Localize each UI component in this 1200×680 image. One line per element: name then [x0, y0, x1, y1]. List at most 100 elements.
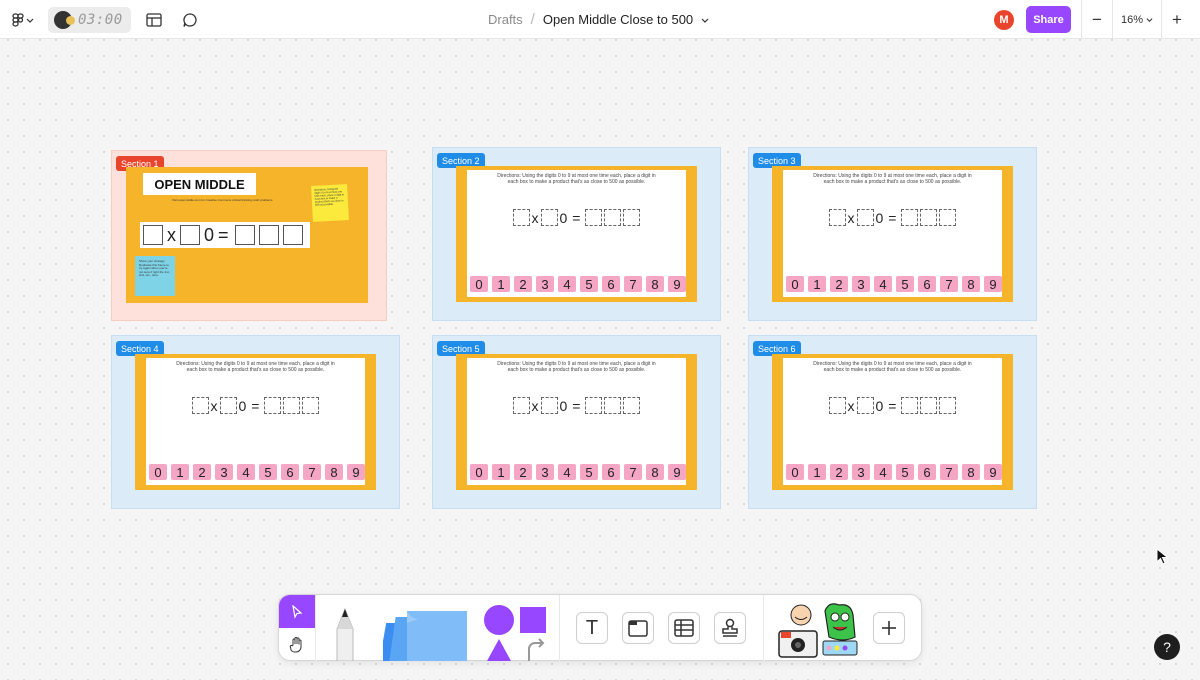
- digit-tile-9[interactable]: 9: [347, 464, 365, 480]
- stamp-tool-button[interactable]: [714, 612, 746, 644]
- digit-tile-8[interactable]: 8: [962, 276, 980, 292]
- section-1-slide[interactable]: OPEN MIDDLE Visit openmiddle.com for Cre…: [126, 167, 368, 303]
- digit-tile-3[interactable]: 3: [852, 464, 870, 480]
- select-tool-button[interactable]: [279, 595, 315, 628]
- digit-tile-5[interactable]: 5: [580, 276, 598, 292]
- answer-box[interactable]: [920, 397, 938, 414]
- layout-panel-button[interactable]: [141, 7, 167, 33]
- digit-tile-3[interactable]: 3: [536, 464, 554, 480]
- digit-tile-1[interactable]: 1: [492, 464, 510, 480]
- answer-box[interactable]: [585, 209, 603, 226]
- answer-box[interactable]: [623, 397, 641, 414]
- digit-tile-9[interactable]: 9: [668, 276, 686, 292]
- digit-tile-3[interactable]: 3: [852, 276, 870, 292]
- answer-box[interactable]: [856, 397, 874, 414]
- digit-tile-6[interactable]: 6: [918, 464, 936, 480]
- digit-tile-4[interactable]: 4: [558, 276, 576, 292]
- answer-box[interactable]: [512, 397, 530, 414]
- file-title[interactable]: Open Middle Close to 500: [543, 12, 693, 27]
- answer-box[interactable]: [191, 397, 209, 414]
- digit-tile-2[interactable]: 2: [514, 276, 532, 292]
- answer-box[interactable]: [540, 397, 558, 414]
- section-6[interactable]: Section 6 Directions: Using the digits 0…: [748, 335, 1037, 509]
- more-tools-button[interactable]: [873, 612, 905, 644]
- timer-widget[interactable]: 03:00: [48, 6, 131, 33]
- section-1[interactable]: Section 1 OPEN MIDDLE Visit openmiddle.c…: [111, 150, 387, 321]
- answer-box[interactable]: [540, 209, 558, 226]
- digit-tile-0[interactable]: 0: [149, 464, 167, 480]
- digit-tile-0[interactable]: 0: [786, 464, 804, 480]
- digit-tile-1[interactable]: 1: [808, 276, 826, 292]
- slide-frame[interactable]: Directions: Using the digits 0 to 9 at m…: [772, 354, 1013, 490]
- answer-box[interactable]: [283, 397, 301, 414]
- digit-tile-7[interactable]: 7: [940, 276, 958, 292]
- answer-box[interactable]: [939, 397, 957, 414]
- section-5[interactable]: Section 5 Directions: Using the digits 0…: [432, 335, 721, 509]
- slide-frame[interactable]: Directions: Using the digits 0 to 9 at m…: [135, 354, 376, 490]
- section-3[interactable]: Section 3 Directions: Using the digits 0…: [748, 147, 1037, 321]
- answer-box[interactable]: [258, 225, 279, 245]
- digit-tile-1[interactable]: 1: [808, 464, 826, 480]
- stickers-tool-button[interactable]: [777, 601, 863, 659]
- sticky-note-tool-button[interactable]: [379, 607, 469, 661]
- digit-tile-9[interactable]: 9: [984, 464, 1002, 480]
- digit-tile-7[interactable]: 7: [624, 276, 642, 292]
- digit-tile-7[interactable]: 7: [940, 464, 958, 480]
- digit-tile-6[interactable]: 6: [602, 464, 620, 480]
- answer-box[interactable]: [512, 209, 530, 226]
- digit-tile-4[interactable]: 4: [558, 464, 576, 480]
- shapes-tool-button[interactable]: [483, 603, 553, 661]
- digit-tile-8[interactable]: 8: [325, 464, 343, 480]
- answer-box[interactable]: [302, 397, 320, 414]
- answer-box[interactable]: [585, 397, 603, 414]
- digit-tile-9[interactable]: 9: [668, 464, 686, 480]
- answer-box[interactable]: [234, 225, 255, 245]
- answer-box[interactable]: [901, 209, 919, 226]
- hand-tool-button[interactable]: [279, 628, 315, 661]
- digit-tile-0[interactable]: 0: [470, 464, 488, 480]
- digit-tile-8[interactable]: 8: [962, 464, 980, 480]
- digit-tile-6[interactable]: 6: [918, 276, 936, 292]
- digit-tile-2[interactable]: 2: [193, 464, 211, 480]
- digit-tile-9[interactable]: 9: [984, 276, 1002, 292]
- digit-tile-8[interactable]: 8: [646, 464, 664, 480]
- section-4[interactable]: Section 4 Directions: Using the digits 0…: [111, 335, 400, 509]
- digit-tile-2[interactable]: 2: [830, 276, 848, 292]
- digit-tile-1[interactable]: 1: [492, 276, 510, 292]
- slide-frame[interactable]: Directions: Using the digits 0 to 9 at m…: [772, 166, 1013, 302]
- digit-tile-0[interactable]: 0: [786, 276, 804, 292]
- answer-box[interactable]: [623, 209, 641, 226]
- user-avatar[interactable]: M: [994, 9, 1014, 30]
- answer-box[interactable]: [604, 397, 622, 414]
- digit-tile-4[interactable]: 4: [237, 464, 255, 480]
- digit-tile-2[interactable]: 2: [830, 464, 848, 480]
- section-tool-button[interactable]: [622, 612, 654, 644]
- digit-tile-3[interactable]: 3: [215, 464, 233, 480]
- digit-tile-5[interactable]: 5: [896, 276, 914, 292]
- digit-tile-0[interactable]: 0: [470, 276, 488, 292]
- digit-tile-7[interactable]: 7: [303, 464, 321, 480]
- share-button[interactable]: Share: [1026, 6, 1071, 33]
- section-2[interactable]: Section 2 Directions: Using the digits 0…: [432, 147, 721, 321]
- slide-frame[interactable]: Directions: Using the digits 0 to 9 at m…: [456, 166, 697, 302]
- chevron-down-icon[interactable]: [701, 16, 709, 24]
- digit-tile-5[interactable]: 5: [580, 464, 598, 480]
- digit-tile-1[interactable]: 1: [171, 464, 189, 480]
- breadcrumb-drafts-link[interactable]: Drafts: [488, 12, 523, 27]
- answer-box[interactable]: [180, 225, 200, 245]
- digit-tile-8[interactable]: 8: [646, 276, 664, 292]
- zoom-in-button[interactable]: +: [1162, 0, 1192, 39]
- digit-tile-6[interactable]: 6: [281, 464, 299, 480]
- digit-tile-4[interactable]: 4: [874, 464, 892, 480]
- main-menu-button[interactable]: [8, 9, 38, 31]
- digit-tile-2[interactable]: 2: [514, 464, 532, 480]
- digit-tile-5[interactable]: 5: [896, 464, 914, 480]
- comments-button[interactable]: [177, 7, 203, 33]
- sticky-note-strategy[interactable]: Show your strategy. Duplicate this frame…: [135, 256, 175, 296]
- table-tool-button[interactable]: [668, 612, 700, 644]
- slide-frame[interactable]: Directions: Using the digits 0 to 9 at m…: [456, 354, 697, 490]
- digit-tile-3[interactable]: 3: [536, 276, 554, 292]
- zoom-out-button[interactable]: −: [1082, 0, 1112, 39]
- digit-tile-4[interactable]: 4: [874, 276, 892, 292]
- answer-box[interactable]: [901, 397, 919, 414]
